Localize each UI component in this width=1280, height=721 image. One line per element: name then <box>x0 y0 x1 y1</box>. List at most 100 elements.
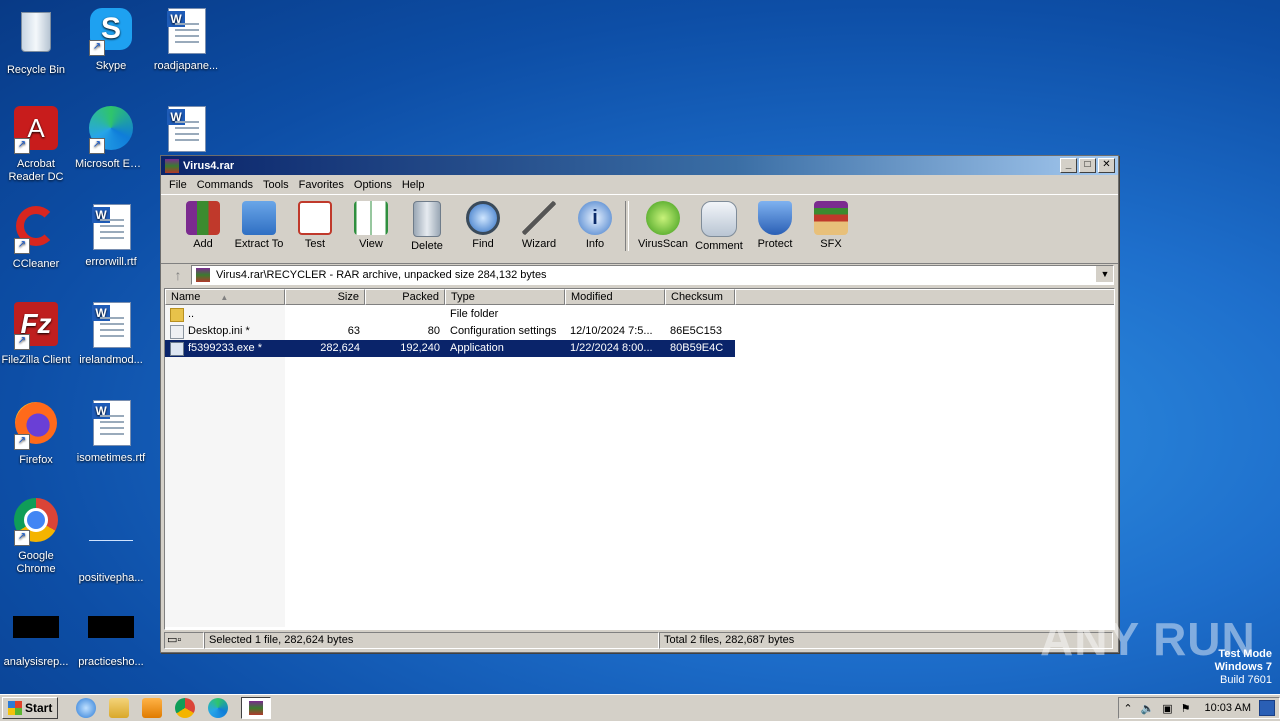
shortcut-arrow-icon: ↗ <box>89 138 105 154</box>
desktop-icon-recycle-bin[interactable]: Recycle Bin <box>0 8 72 77</box>
shortcut-arrow-icon: ↗ <box>14 334 30 350</box>
table-row[interactable]: Desktop.ini * 63 80 Configuration settin… <box>165 323 735 340</box>
edge-taskbar-icon[interactable] <box>208 698 229 718</box>
test-clipboard-icon <box>298 201 332 235</box>
title-bar[interactable]: Virus4.rar _ □ ✕ <box>161 156 1118 175</box>
shortcut-arrow-icon: ↗ <box>14 138 30 154</box>
show-desktop-icon[interactable] <box>1259 700 1275 716</box>
path-combobox[interactable]: Virus4.rar\RECYCLER - RAR archive, unpac… <box>191 265 1114 285</box>
menu-bar: File Commands Tools Favorites Options He… <box>161 175 1118 194</box>
window-title: Virus4.rar <box>183 159 235 172</box>
wizard-wand-icon <box>522 201 556 235</box>
winrar-taskbar-button[interactable] <box>241 697 272 719</box>
delete-button[interactable]: Delete <box>399 199 455 252</box>
folder-icon <box>170 307 184 322</box>
skype-icon: S ↗ <box>87 8 135 56</box>
column-headers: Name ▲ Size Packed Type Modified Checksum <box>165 289 1114 305</box>
sfx-box-icon <box>814 201 848 235</box>
ccleaner-icon: ↗ <box>12 206 60 254</box>
desktop-icon-irelandmod[interactable]: W irelandmod... <box>75 302 147 367</box>
trash-icon <box>413 201 441 237</box>
black-file-icon <box>12 616 60 652</box>
status-bar: ▭▫ Selected 1 file, 282,624 bytes Total … <box>164 632 1113 649</box>
menu-options[interactable]: Options <box>350 179 396 191</box>
volume-icon[interactable]: 🔈 <box>1141 702 1155 715</box>
view-button[interactable]: View <box>343 199 399 250</box>
menu-commands[interactable]: Commands <box>193 179 257 191</box>
network-icon[interactable]: ▣ <box>1162 702 1172 715</box>
menu-file[interactable]: File <box>165 179 191 191</box>
desktop-icon-analysisrep[interactable]: analysisrep... <box>0 606 72 669</box>
desktop-icon-practicesho[interactable]: practicesho... <box>75 606 147 669</box>
chrome-taskbar-icon[interactable] <box>175 698 196 718</box>
virusscan-button[interactable]: VirusScan <box>635 199 691 250</box>
desktop-icon-ccleaner[interactable]: ↗ CCleaner <box>0 204 72 271</box>
desktop-icon-errorwill[interactable]: W errorwill.rtf <box>75 204 147 269</box>
magnifier-icon <box>466 201 500 235</box>
menu-favorites[interactable]: Favorites <box>295 179 348 191</box>
find-button[interactable]: Find <box>455 199 511 250</box>
desktop-icon-roadjapane[interactable]: W roadjapane... <box>150 8 222 73</box>
column-header-name[interactable]: Name ▲ <box>165 289 285 305</box>
word-document-icon: W <box>162 8 210 56</box>
sort-ascending-icon: ▲ <box>220 293 229 302</box>
path-text: Virus4.rar\RECYCLER - RAR archive, unpac… <box>216 269 547 281</box>
add-button[interactable]: Add <box>175 199 231 250</box>
rar-archive-icon <box>196 268 210 282</box>
desktop-icon-chrome[interactable]: ↗ Google Chrome <box>0 498 72 576</box>
desktop-icon-filezilla[interactable]: Fz ↗ FileZilla Client <box>0 302 72 367</box>
close-button[interactable]: ✕ <box>1098 158 1115 173</box>
sfx-button[interactable]: SFX <box>803 199 859 250</box>
extract-to-button[interactable]: Extract To <box>231 199 287 250</box>
maximize-button[interactable]: □ <box>1079 158 1096 173</box>
chrome-icon: ↗ <box>12 498 60 546</box>
desktop-icon-acrobat[interactable]: A ↗ Acrobat Reader DC <box>0 106 72 184</box>
column-header-checksum[interactable]: Checksum <box>665 289 735 305</box>
desktop-icon-positivepha[interactable]: positivepha... <box>75 498 147 585</box>
drive-icon[interactable]: ▭▫ <box>164 632 204 649</box>
comment-icon <box>701 201 737 237</box>
media-player-icon[interactable] <box>142 698 163 718</box>
info-icon: i <box>578 201 612 235</box>
settings-file-icon <box>170 324 184 339</box>
desktop-icon-doc2[interactable]: W <box>150 106 222 158</box>
minimize-button[interactable]: _ <box>1060 158 1077 173</box>
internet-explorer-icon[interactable] <box>76 698 97 718</box>
word-document-icon: W <box>87 400 135 448</box>
file-explorer-icon[interactable] <box>109 698 130 718</box>
info-button[interactable]: i Info <box>567 199 623 250</box>
recycle-bin-icon <box>12 12 60 60</box>
table-row[interactable]: .. File folder <box>165 306 735 323</box>
edge-icon: ↗ <box>87 106 135 154</box>
black-file-icon <box>87 616 135 652</box>
column-header-type[interactable]: Type <box>445 289 565 305</box>
protect-button[interactable]: Protect <box>747 199 803 250</box>
shortcut-arrow-icon: ↗ <box>14 434 30 450</box>
clock[interactable]: 10:03 AM <box>1205 702 1251 714</box>
shield-icon <box>758 201 792 235</box>
filezilla-icon: Fz ↗ <box>12 302 60 350</box>
column-header-size[interactable]: Size <box>285 289 365 305</box>
menu-help[interactable]: Help <box>398 179 429 191</box>
file-list[interactable]: Name ▲ Size Packed Type Modified Checksum… <box>164 288 1115 630</box>
address-bar: ↑ Virus4.rar\RECYCLER - RAR archive, unp… <box>161 264 1118 286</box>
desktop-icon-skype[interactable]: S ↗ Skype <box>75 8 147 73</box>
start-button[interactable]: Start <box>2 697 59 719</box>
desktop-icon-firefox[interactable]: ↗ Firefox <box>0 400 72 467</box>
application-icon <box>170 341 184 356</box>
firefox-icon: ↗ <box>12 402 60 450</box>
wizard-button[interactable]: Wizard <box>511 199 567 250</box>
menu-tools[interactable]: Tools <box>259 179 293 191</box>
desktop-icon-isometimes[interactable]: W isometimes.rtf <box>75 400 147 465</box>
table-row-selected[interactable]: f5399233.exe * 282,624 192,240 Applicati… <box>165 340 735 357</box>
desktop-icon-edge[interactable]: ↗ Microsoft Edge <box>75 106 147 171</box>
flag-icon[interactable]: ⚑ <box>1181 702 1191 715</box>
column-header-modified[interactable]: Modified <box>565 289 665 305</box>
chevron-up-icon[interactable]: ⌃ <box>1123 702 1132 715</box>
comment-button[interactable]: Comment <box>691 199 747 252</box>
chevron-down-icon[interactable]: ▼ <box>1096 266 1113 282</box>
column-header-packed[interactable]: Packed <box>365 289 445 305</box>
toolbar-separator <box>625 201 629 251</box>
up-arrow-icon[interactable]: ↑ <box>165 266 191 284</box>
test-button[interactable]: Test <box>287 199 343 250</box>
